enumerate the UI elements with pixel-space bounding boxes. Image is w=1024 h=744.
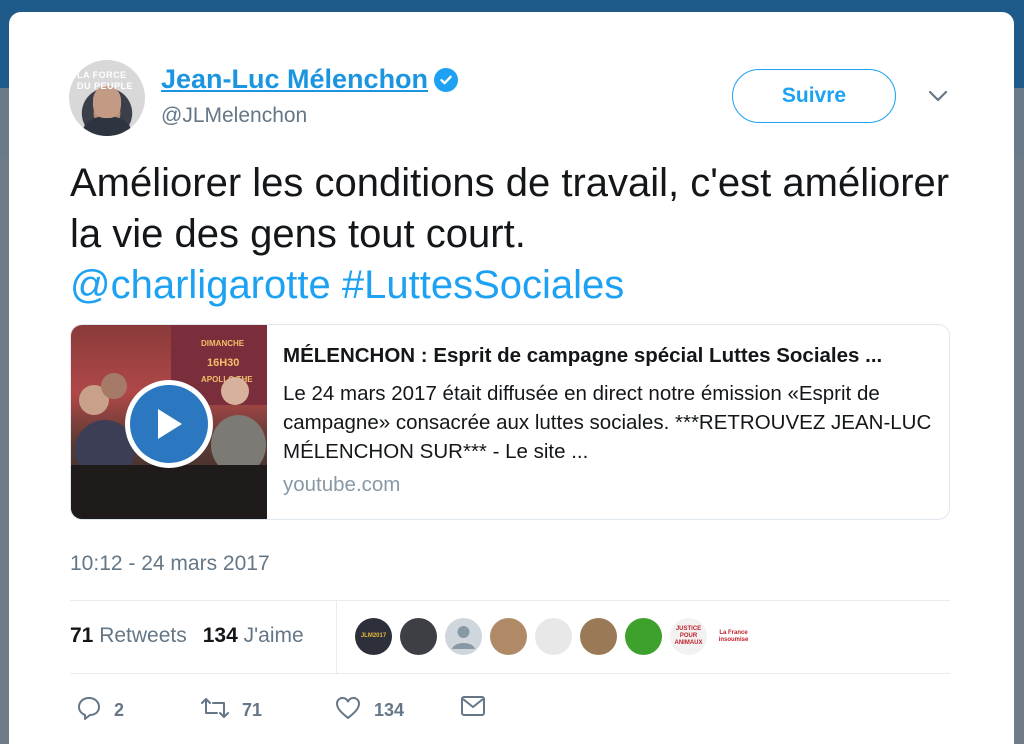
retweet-action[interactable]: 71 xyxy=(200,695,262,726)
envelope-icon xyxy=(460,695,486,722)
video-thumbnail[interactable]: DIMANCHE 16H30 APOLLO THE xyxy=(71,325,267,519)
retweets-label: Retweets xyxy=(99,624,187,647)
play-button[interactable] xyxy=(125,380,213,468)
liker-avatar[interactable]: JUSTICE POUR ANIMAUX xyxy=(670,618,707,655)
likers-avatars: JLM2017 JUSTICE POUR ANIMAUX La France ins… xyxy=(355,618,752,655)
retweet-count: 71 xyxy=(242,700,263,720)
tweet-timestamp[interactable]: 10:12 - 24 mars 2017 xyxy=(70,552,270,576)
thumbnail-person xyxy=(101,373,127,399)
retweets-count: 71 xyxy=(70,624,94,647)
default-avatar-icon xyxy=(452,626,475,649)
like-count: 134 xyxy=(374,700,405,720)
reply-icon xyxy=(76,695,102,726)
liker-avatar[interactable] xyxy=(445,618,482,655)
message-action[interactable] xyxy=(460,695,486,722)
liker-avatar[interactable] xyxy=(625,618,662,655)
retweets-stat[interactable]: 71 Retweets xyxy=(70,624,187,648)
mention-link[interactable]: @charligarotte xyxy=(70,263,331,307)
author-name-row: Jean-Luc Mélenchon xyxy=(161,64,459,95)
author-name[interactable]: Jean-Luc Mélenchon xyxy=(161,64,428,95)
heart-icon xyxy=(334,695,362,726)
avatar-suit xyxy=(83,116,131,136)
hashtag-link[interactable]: #LuttesSociales xyxy=(342,263,624,307)
liker-avatar[interactable]: La France insoumise xyxy=(715,618,752,655)
link-card-body: MÉLENCHON : Esprit de campagne spécial L… xyxy=(283,343,933,497)
link-preview-card[interactable]: DIMANCHE 16H30 APOLLO THE MÉLENCHON : Es… xyxy=(70,324,950,520)
divider xyxy=(70,600,950,601)
link-card-title[interactable]: MÉLENCHON : Esprit de campagne spécial L… xyxy=(283,343,933,369)
link-card-description: Le 24 mars 2017 était diffusée en direct… xyxy=(283,382,932,463)
divider xyxy=(70,673,950,674)
tweet-body: Améliorer les conditions de travail, c'e… xyxy=(70,161,950,256)
liker-avatar-text: JLM2017 xyxy=(360,633,387,639)
liker-avatar[interactable] xyxy=(580,618,617,655)
liker-avatar[interactable] xyxy=(400,618,437,655)
author-handle[interactable]: @JLMelenchon xyxy=(161,104,307,128)
tweet-text: Améliorer les conditions de travail, c'e… xyxy=(70,158,950,311)
tweet-actions: 2 71 134 xyxy=(70,695,490,725)
link-card-domain: youtube.com xyxy=(283,473,401,496)
retweet-icon xyxy=(200,695,230,726)
liker-avatar[interactable] xyxy=(535,618,572,655)
liker-avatar-text: La France insoumise xyxy=(718,629,749,643)
tweet-stats: 71 Retweets 134 J'aime xyxy=(70,624,304,648)
thumbnail-person xyxy=(221,377,249,405)
verified-badge-icon xyxy=(434,67,459,92)
reply-count: 2 xyxy=(114,700,125,720)
tweet-modal: LA FORCE DU PEUPLE Jean-Luc Mélenchon @J… xyxy=(9,12,1014,744)
like-action[interactable]: 134 xyxy=(334,695,404,726)
poster-line-2: 16H30 xyxy=(207,357,240,369)
poster-line-1: DIMANCHE xyxy=(201,339,245,348)
reply-action[interactable]: 2 xyxy=(76,695,124,726)
tweet-header: LA FORCE DU PEUPLE Jean-Luc Mélenchon @J… xyxy=(69,60,959,140)
likes-label: J'aime xyxy=(243,624,304,647)
liker-avatar[interactable]: JLM2017 xyxy=(355,618,392,655)
likes-count: 134 xyxy=(202,624,238,647)
likes-stat[interactable]: 134 J'aime xyxy=(203,624,304,648)
chevron-down-icon[interactable] xyxy=(927,88,949,104)
follow-button[interactable]: Suivre xyxy=(732,69,896,123)
play-icon xyxy=(130,385,208,463)
avatar[interactable]: LA FORCE DU PEUPLE xyxy=(69,60,145,136)
divider-vertical xyxy=(336,601,337,673)
thumbnail-table xyxy=(71,465,267,519)
liker-avatar[interactable] xyxy=(490,618,527,655)
avatar-banner-text: LA FORCE DU PEUPLE xyxy=(77,70,134,91)
liker-avatar-text: JUSTICE POUR ANIMAUX xyxy=(674,626,703,646)
